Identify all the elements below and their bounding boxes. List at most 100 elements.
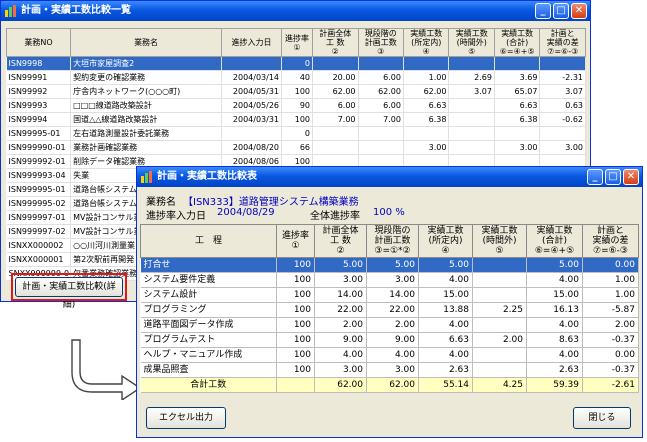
table-cell: 4.00 bbox=[418, 272, 473, 288]
table-cell bbox=[448, 126, 495, 141]
table-row[interactable]: ISN99994 国道△△線道路改築設計 2004/03/31 100 7.00 7.00… bbox=[6, 112, 586, 127]
table-row[interactable]: ISN99991 契約変更の確認業務 2004/03/14 40 20.00 6.00 1.… bbox=[6, 70, 586, 85]
table-cell: □□□線道路改築設計 bbox=[70, 98, 223, 113]
column-header[interactable]: 計画全体 工 数 ② bbox=[312, 28, 359, 57]
column-header[interactable]: 実績工数 (合計) ⑥=④+⑤ bbox=[526, 224, 583, 258]
table-cell: 15.00 bbox=[418, 287, 473, 303]
table-cell: 打合せ bbox=[140, 257, 277, 273]
column-header[interactable]: 実績工数 (所定内) ④ bbox=[402, 28, 450, 57]
table-cell: 6.00 bbox=[358, 98, 404, 113]
table-cell: ISN9998 bbox=[6, 56, 72, 71]
table-cell: 6.63 bbox=[418, 332, 473, 348]
detail-window-titlebar[interactable]: 計画・実績工数比較表 _ □ ✕ bbox=[137, 167, 642, 187]
table-cell: 62.00 bbox=[312, 84, 359, 99]
minimize-icon[interactable]: _ bbox=[587, 169, 603, 185]
table-row[interactable]: 道路平面図データ作成 100 2.00 2.00 4.00 4.00 2.00 bbox=[140, 317, 639, 333]
table-cell: 左右道路測量設計委託業務 bbox=[70, 126, 223, 141]
table-cell: 16.13 bbox=[526, 302, 583, 318]
excel-export-button[interactable]: エクセル出力 bbox=[146, 407, 226, 429]
table-cell: 7.00 bbox=[358, 112, 404, 127]
table-cell bbox=[472, 287, 527, 303]
column-header[interactable]: 進捗率 ① bbox=[276, 224, 315, 258]
column-header[interactable]: 計画と 実績の差 ⑦=⑥-③ bbox=[539, 28, 586, 57]
minimize-icon[interactable]: _ bbox=[535, 3, 551, 19]
table-cell: ISNXX000001 bbox=[6, 252, 72, 267]
column-header[interactable]: 実績工数 (時間外) ⑤ bbox=[448, 28, 495, 57]
table-cell bbox=[312, 126, 359, 141]
table-row[interactable]: プログラムテスト 100 9.00 9.00 6.63 2.00 8.63 -0.37 bbox=[140, 332, 639, 348]
table-row[interactable]: システム要件定義 100 3.00 3.00 4.00 4.00 1.00 bbox=[140, 272, 639, 288]
table-cell: ISN99994 bbox=[6, 112, 72, 127]
table-row[interactable]: 成果品照査 100 3.00 3.00 2.63 2.63 -0.37 bbox=[140, 362, 639, 378]
table-cell: 65.07 bbox=[494, 84, 541, 99]
total-cell: 59.39 bbox=[526, 377, 583, 393]
table-cell bbox=[403, 126, 450, 141]
table-row[interactable]: システム設計 100 14.00 14.00 15.00 15.00 1.00 bbox=[140, 287, 639, 303]
project-label: 業務名 bbox=[146, 197, 176, 208]
table-row[interactable]: ISN99993 □□□線道路改築設計 2004/05/26 90 6.00 6.00 6.… bbox=[6, 98, 586, 113]
table-cell: ISN999995-01 bbox=[6, 182, 72, 197]
table-row[interactable]: ISN9998 大垣市家屋調査2 0 bbox=[6, 56, 586, 71]
table-cell: 14.00 bbox=[314, 287, 367, 303]
close-icon[interactable]: ✕ bbox=[571, 3, 587, 19]
table-cell: 契約変更の確認業務 bbox=[70, 70, 223, 85]
table-cell: 3.69 bbox=[494, 70, 541, 85]
table-cell: 成果品照査 bbox=[140, 362, 277, 378]
table-cell: 22.00 bbox=[366, 302, 419, 318]
maximize-icon[interactable]: □ bbox=[553, 3, 569, 19]
table-row[interactable]: ヘルプ・マニュアル作成 100 4.00 4.00 4.00 4.00 0.00 bbox=[140, 347, 639, 363]
table-row[interactable]: ISN99995-01 左右道路測量設計委託業務 0 bbox=[6, 126, 586, 141]
table-cell: 2004/08/20 bbox=[221, 140, 282, 155]
column-header[interactable]: 計画と 実績の差 ⑦=⑥-③ bbox=[582, 224, 639, 258]
table-cell: システム要件定義 bbox=[140, 272, 277, 288]
table-cell: 4.00 bbox=[366, 347, 419, 363]
table-cell bbox=[221, 126, 282, 141]
list-window-titlebar[interactable]: 計画・実績工数比較一覧 _ □ ✕ bbox=[1, 1, 590, 21]
table-cell: 14.00 bbox=[366, 287, 419, 303]
table-cell: 5.00 bbox=[526, 257, 583, 273]
app-icon bbox=[141, 171, 152, 183]
table-cell bbox=[448, 98, 495, 113]
column-header[interactable]: 業務NO bbox=[5, 28, 72, 57]
column-header[interactable]: 工 程 bbox=[140, 224, 277, 258]
close-icon[interactable]: ✕ bbox=[623, 169, 639, 185]
table-cell: -0.37 bbox=[582, 332, 639, 348]
column-header[interactable]: 進捗率 ① bbox=[280, 28, 314, 57]
table-cell bbox=[539, 126, 586, 141]
column-header[interactable]: 実績工数 (合計) ⑥=④+⑤ bbox=[493, 28, 541, 57]
table-cell: 3.00 bbox=[366, 362, 419, 378]
table-cell: ISN999997-02 bbox=[6, 224, 72, 239]
column-header[interactable]: 現段階の 計画工数 ③=①*② bbox=[366, 224, 419, 258]
table-cell: 100 bbox=[276, 362, 315, 378]
table-cell: 0.00 bbox=[582, 347, 639, 363]
table-row[interactable]: ISN999990-01 業務計画確認業務 2004/08/20 66 3.00 3.00… bbox=[6, 140, 586, 155]
table-cell: 9.00 bbox=[366, 332, 419, 348]
table-cell: 62.00 bbox=[403, 84, 450, 99]
total-cell: 4.25 bbox=[472, 377, 527, 393]
close-button[interactable]: 閉じる bbox=[573, 407, 631, 429]
table-cell: ISNXX000002 bbox=[6, 238, 72, 253]
table-cell: 90 bbox=[281, 98, 314, 113]
column-header[interactable]: 実績工数 (所定内) ④ bbox=[418, 224, 473, 258]
total-cell: 55.14 bbox=[418, 377, 473, 393]
table-cell: 業務計画確認業務 bbox=[70, 140, 223, 155]
table-cell: 3.00 bbox=[314, 362, 367, 378]
maximize-icon[interactable]: □ bbox=[605, 169, 621, 185]
table-cell: プログラムテスト bbox=[140, 332, 277, 348]
column-header[interactable]: 業務名 bbox=[70, 28, 223, 57]
table-row[interactable]: 打合せ 100 5.00 5.00 5.00 5.00 0.00 bbox=[140, 257, 639, 273]
table-cell: 2.00 bbox=[314, 317, 367, 333]
table-cell: 20.00 bbox=[312, 70, 359, 85]
column-header[interactable]: 実績工数 (時間外) ⑤ bbox=[472, 224, 527, 258]
column-header[interactable]: 進捗入力日 bbox=[221, 28, 282, 57]
table-cell: 7.00 bbox=[312, 112, 359, 127]
table-row[interactable]: プログラミング 100 22.00 22.00 13.88 2.25 16.13 -5.87 bbox=[140, 302, 639, 318]
column-header[interactable]: 計画全体 工 数 ② bbox=[314, 224, 367, 258]
table-cell: 2.25 bbox=[472, 302, 527, 318]
table-cell: ISN999993-04 bbox=[6, 168, 72, 183]
table-cell: 6.38 bbox=[403, 112, 450, 127]
table-cell bbox=[358, 56, 404, 71]
table-row[interactable]: ISN99992 庁舎内ネットワーク(○○○町) 2004/05/31 100 62.0… bbox=[6, 84, 586, 99]
column-header[interactable]: 現段階の 計画工数 ③ bbox=[357, 28, 404, 57]
table-cell: 4.00 bbox=[526, 347, 583, 363]
